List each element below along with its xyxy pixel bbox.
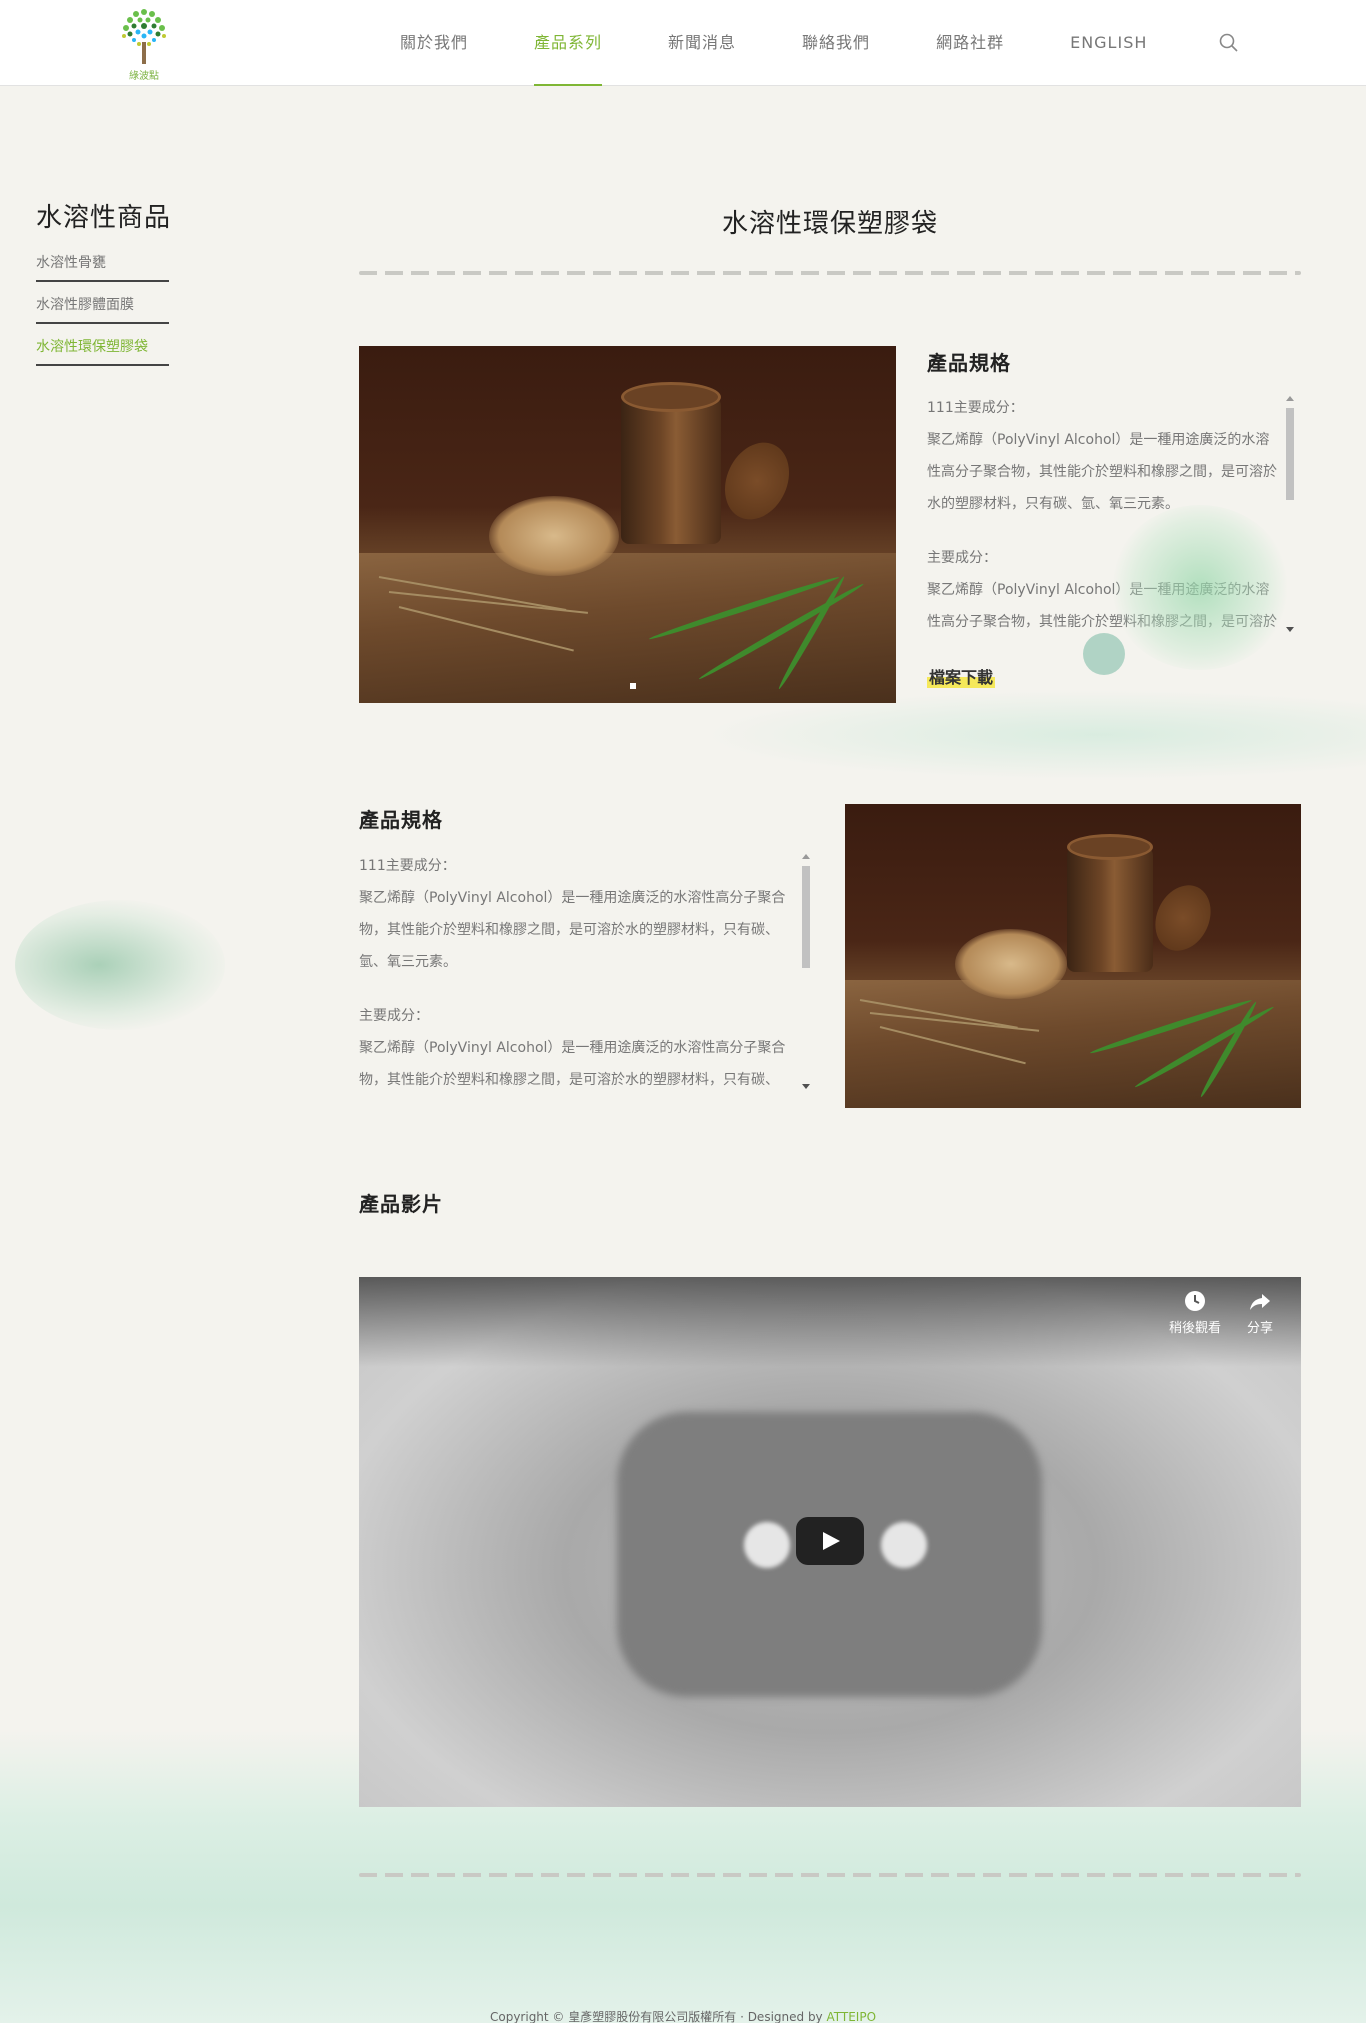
scroll-thumb[interactable] (802, 866, 810, 968)
watercolor-decoration (1110, 505, 1290, 670)
scroll-thumb[interactable] (1286, 408, 1294, 500)
spec-paragraph-head: 主要成分： (927, 550, 997, 566)
scroll-up-arrow[interactable] (1286, 396, 1294, 401)
sidebar-item-mask[interactable]: 水溶性膠體面膜 (36, 294, 169, 324)
footer-copyright: Copyright © 皇彥塑膠股份有限公司版權所有 · Designed by… (0, 2008, 1366, 2023)
play-button[interactable] (796, 1517, 864, 1565)
file-download-link[interactable]: 檔案下載 (927, 664, 996, 688)
logo-text: 綠波點 (129, 71, 159, 82)
designer-link[interactable]: ATTEIPO (826, 2010, 876, 2023)
share-arrow-icon (1250, 1294, 1270, 1310)
nav-products[interactable]: 產品系列 (534, 0, 603, 86)
divider (359, 271, 1301, 275)
scroll-down-arrow[interactable] (802, 1084, 810, 1089)
site-header: 綠波點 關於我們 產品系列 新聞消息 聯絡我們 網路社群 ENGLISH (0, 0, 1366, 86)
search-icon[interactable] (1218, 32, 1240, 54)
sidebar-title: 水溶性商品 (36, 203, 172, 233)
spec-paragraph-body: 聚乙烯醇（PolyVinyl Alcohol）是一種用途廣泛的水溶性高分子聚合物… (359, 1040, 786, 1088)
spec-paragraph-body: 聚乙烯醇（PolyVinyl Alcohol）是一種用途廣泛的水溶性高分子聚合物… (359, 890, 786, 970)
spec-paragraph-head: 111主要成分： (359, 858, 456, 874)
clock-icon (1185, 1291, 1205, 1311)
video-player[interactable]: 稍後觀看 分享 (359, 1277, 1301, 1807)
scrollbar[interactable] (800, 854, 810, 1089)
watercolor-decoration (15, 900, 225, 1030)
spec-paragraph-head: 111主要成分： (927, 400, 1024, 416)
carousel-dot[interactable] (630, 683, 636, 689)
divider (359, 1873, 1301, 1877)
watercolor-decoration (700, 690, 1366, 780)
scroll-up-arrow[interactable] (802, 854, 810, 859)
nav-contact[interactable]: 聯絡我們 (802, 0, 870, 86)
nav-social[interactable]: 網路社群 (936, 0, 1004, 86)
spec-title: 產品規格 (359, 808, 443, 832)
watercolor-decoration (1083, 633, 1125, 675)
spec-paragraph-head: 主要成分： (359, 1008, 429, 1024)
copyright-text: Copyright © 皇彥塑膠股份有限公司版權所有 · Designed by (489, 2010, 827, 2023)
site-logo[interactable]: 綠波點 (112, 4, 176, 82)
main-nav: 關於我們 產品系列 新聞消息 聯絡我們 網路社群 ENGLISH (400, 0, 1213, 86)
share-button[interactable]: 分享 (1225, 1289, 1295, 1336)
nav-about[interactable]: 關於我們 (400, 0, 468, 86)
spec-paragraph-body: 聚乙烯醇（PolyVinyl Alcohol）是一種用途廣泛的水溶性高分子聚合物… (927, 432, 1277, 512)
product-image-carousel[interactable] (359, 346, 896, 703)
nav-english[interactable]: ENGLISH (1070, 0, 1147, 86)
tree-logo-icon (122, 9, 166, 64)
page-title: 水溶性環保塑膠袋 (721, 209, 938, 239)
spec-title: 產品規格 (927, 351, 1011, 375)
video-section-title: 產品影片 (359, 1192, 443, 1216)
sidebar-item-urn[interactable]: 水溶性骨甕 (36, 252, 169, 282)
watch-later-button[interactable]: 稍後觀看 (1160, 1289, 1230, 1336)
watch-later-label: 稍後觀看 (1168, 1321, 1221, 1336)
sidebar-item-bag[interactable]: 水溶性環保塑膠袋 (36, 336, 169, 366)
product-image (845, 804, 1301, 1108)
share-label: 分享 (1246, 1321, 1273, 1336)
scroll-down-arrow[interactable] (1286, 627, 1294, 632)
nav-news[interactable]: 新聞消息 (668, 0, 736, 86)
spec-text-scrollbox[interactable]: 111主要成分： 聚乙烯醇（PolyVinyl Alcohol）是一種用途廣泛的水… (359, 850, 799, 1090)
